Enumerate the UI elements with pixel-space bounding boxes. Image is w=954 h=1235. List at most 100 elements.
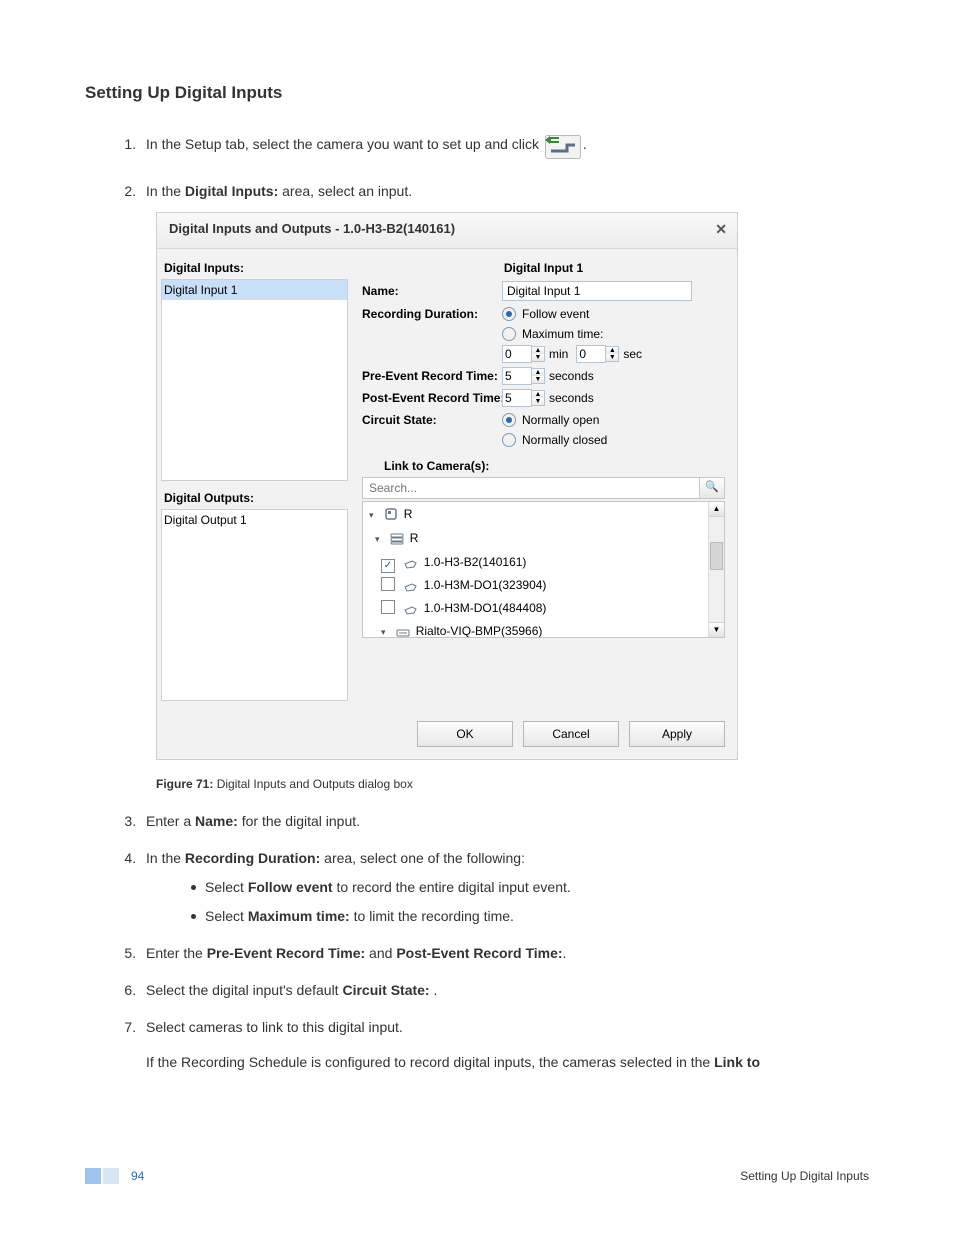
step-6: Select the digital input's default Circu… (140, 980, 869, 1001)
tree-site-1[interactable]: ▾ R ▾ R ✓ (369, 504, 724, 638)
spin-down-icon[interactable]: ▼ (532, 354, 544, 361)
recdur-label: Recording Duration: (362, 305, 502, 323)
spin-up-icon[interactable]: ▲ (606, 347, 618, 354)
step-7: Select cameras to link to this digital i… (140, 1017, 869, 1073)
pre-event-stepper[interactable]: ▲▼ (502, 367, 545, 385)
page-number: 94 (131, 1167, 144, 1185)
scroll-up-icon[interactable]: ▲ (709, 502, 724, 517)
chevron-down-icon[interactable]: ▾ (375, 533, 385, 547)
tree-site-1-label: R (404, 507, 413, 521)
detail-header: Digital Input 1 (362, 259, 725, 277)
chevron-down-icon[interactable]: ▾ (381, 626, 391, 638)
pre-event-input[interactable] (502, 367, 532, 385)
spin-up-icon[interactable]: ▲ (532, 391, 544, 398)
s6-a: Select the digital input's default (146, 982, 342, 998)
radio-dot-selected-icon (502, 307, 516, 321)
scroll-down-icon[interactable]: ▼ (709, 622, 724, 637)
footer-title: Setting Up Digital Inputs (740, 1167, 869, 1185)
step-3-bold: Name: (195, 813, 238, 829)
spin-down-icon[interactable]: ▼ (532, 398, 544, 405)
step-1: In the Setup tab, select the camera you … (140, 134, 869, 165)
digital-outputs-list[interactable]: Digital Output 1 (161, 509, 348, 701)
spin-up-icon[interactable]: ▲ (532, 347, 544, 354)
radio-follow-event[interactable]: Follow event (502, 305, 725, 323)
follow-event-label: Follow event (522, 305, 589, 323)
dialog-digital-io: Digital Inputs and Outputs - 1.0-H3-B2(1… (156, 212, 738, 760)
digital-io-icon (545, 135, 581, 165)
checkbox-icon[interactable] (381, 600, 395, 614)
normally-closed-label: Normally closed (522, 431, 607, 449)
seconds-input[interactable] (576, 345, 606, 363)
tree-cam-3-label: 1.0-H3M-DO1(484408) (424, 601, 547, 615)
minutes-stepper[interactable]: ▲▼ (502, 345, 545, 363)
checkbox-icon[interactable] (381, 577, 395, 591)
tree-cam-2[interactable]: 1.0-H3M-DO1(323904) (381, 575, 724, 598)
digital-output-item[interactable]: Digital Output 1 (162, 510, 347, 530)
tree-cam-1-label: 1.0-H3-B2(140161) (424, 555, 527, 569)
name-label: Name: (362, 282, 502, 300)
tree-cam-3[interactable]: 1.0-H3M-DO1(484408) (381, 598, 724, 621)
page-heading: Setting Up Digital Inputs (85, 80, 869, 106)
digital-inputs-list[interactable]: Digital Input 1 (161, 279, 348, 481)
seconds-label: seconds (549, 389, 594, 407)
camera-search[interactable]: 🔍 (362, 477, 725, 499)
radio-dot-icon (502, 327, 516, 341)
tree-cam-1[interactable]: ✓ 1.0-H3-B2(140161) (381, 552, 724, 575)
bullet-follow-event: Select Follow event to record the entire… (191, 877, 869, 898)
radio-normally-closed[interactable]: Normally closed (502, 431, 725, 449)
step-1-text-a: In the Setup tab, select the camera you … (146, 136, 543, 152)
digital-outputs-label: Digital Outputs: (161, 489, 348, 507)
post-event-label: Post-Event Record Time: (362, 389, 502, 407)
step-2-text-b: area, select an input. (278, 183, 412, 199)
camera-tree[interactable]: ▲ ▼ ▾ R ▾ (362, 501, 725, 638)
radio-normally-open[interactable]: Normally open (502, 411, 725, 429)
spin-down-icon[interactable]: ▼ (606, 354, 618, 361)
s7p-bold: Link to (714, 1054, 760, 1070)
s5-b: . (563, 945, 567, 961)
page-footer: 94 Setting Up Digital Inputs (85, 1167, 869, 1185)
b1-a: Select (205, 879, 248, 895)
b2-bold: Maximum time: (248, 908, 350, 924)
search-input[interactable] (363, 478, 699, 498)
max-time-label: Maximum time: (522, 325, 603, 343)
scroll-thumb[interactable] (710, 542, 723, 570)
minutes-input[interactable] (502, 345, 532, 363)
ok-button[interactable]: OK (417, 721, 513, 747)
step-4-a: In the (146, 850, 185, 866)
search-icon[interactable]: 🔍 (699, 478, 724, 498)
step-4-bold: Recording Duration: (185, 850, 320, 866)
b1-b: to record the entire digital input event… (333, 879, 571, 895)
digital-inputs-label: Digital Inputs: (161, 259, 348, 277)
post-event-input[interactable] (502, 389, 532, 407)
close-icon[interactable]: ✕ (715, 219, 727, 240)
step-4: In the Recording Duration: area, select … (140, 848, 869, 927)
apply-button[interactable]: Apply (629, 721, 725, 747)
name-field[interactable] (502, 281, 692, 301)
seconds-stepper[interactable]: ▲▼ (576, 345, 619, 363)
pre-event-label: Pre-Event Record Time: (362, 367, 502, 385)
digital-input-item[interactable]: Digital Input 1 (162, 280, 347, 300)
s5-mid: and (365, 945, 396, 961)
tree-enc-1[interactable]: ▾ Rialto-VIQ-BMP(35966) (381, 621, 724, 638)
step-5: Enter the Pre-Event Record Time: and Pos… (140, 943, 869, 964)
radio-max-time[interactable]: Maximum time: (502, 325, 725, 343)
chevron-down-icon[interactable]: ▾ (369, 509, 379, 523)
step-2: In the Digital Inputs: area, select an i… (140, 181, 869, 793)
camera-icon (404, 602, 418, 620)
b2-b: to limit the recording time. (350, 908, 514, 924)
tree-server-1[interactable]: ▾ R ✓ 1.0-H3-B2(140161) (375, 528, 724, 638)
step-3: Enter a Name: for the digital input. (140, 811, 869, 832)
b1-bold: Follow event (248, 879, 333, 895)
camera-icon (404, 579, 418, 597)
tree-cam-2-label: 1.0-H3M-DO1(323904) (424, 578, 547, 592)
checkbox-checked-icon[interactable]: ✓ (381, 559, 395, 573)
post-event-stepper[interactable]: ▲▼ (502, 389, 545, 407)
link-cameras-label: Link to Camera(s): (384, 457, 725, 475)
spin-up-icon[interactable]: ▲ (532, 369, 544, 376)
figure-caption: Figure 71: Digital Inputs and Outputs di… (156, 775, 869, 793)
tree-server-1-label: R (410, 531, 419, 545)
cancel-button[interactable]: Cancel (523, 721, 619, 747)
camera-icon (404, 556, 418, 574)
tree-scrollbar[interactable]: ▲ ▼ (708, 502, 724, 637)
spin-down-icon[interactable]: ▼ (532, 376, 544, 383)
